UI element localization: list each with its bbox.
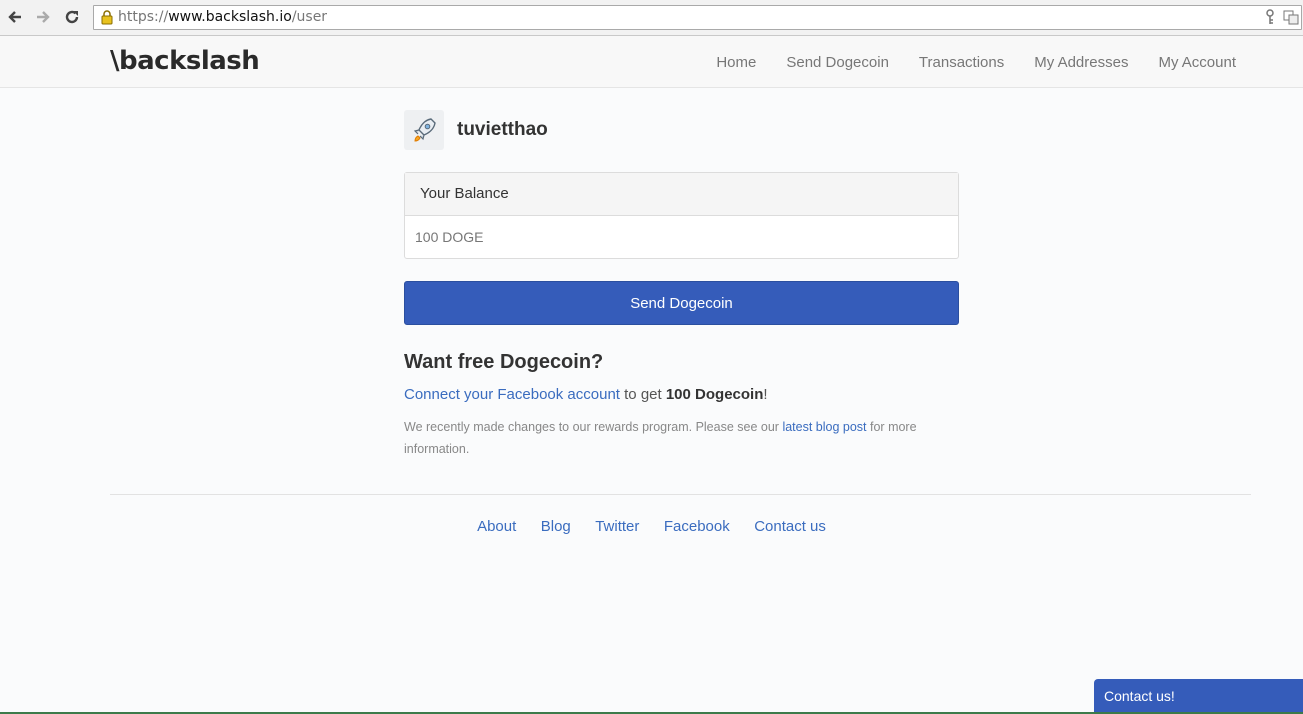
translate-icon[interactable] — [1283, 9, 1299, 25]
reload-icon — [65, 10, 79, 24]
back-button[interactable] — [3, 5, 27, 29]
offer-end: ! — [763, 386, 768, 403]
browser-toolbar: https://www.backslash.io/user — [0, 0, 1303, 36]
backslash-logo[interactable]: \backslash — [110, 46, 260, 76]
footer-contact-us[interactable]: Contact us — [754, 518, 826, 535]
avatar — [404, 110, 444, 150]
footer-about[interactable]: About — [477, 518, 516, 535]
arrow-left-icon — [8, 11, 21, 23]
note-text: We recently made changes to our rewards … — [404, 420, 783, 434]
nav-my-account[interactable]: My Account — [1158, 54, 1236, 71]
latest-blog-post-link[interactable]: latest blog post — [782, 420, 866, 434]
profile-header: tuvietthao — [404, 110, 959, 150]
reload-button[interactable] — [60, 5, 84, 29]
connect-facebook-link[interactable]: Connect your Facebook account — [404, 386, 620, 403]
balance-value: 100 DOGE — [415, 229, 484, 245]
rewards-note: We recently made changes to our rewards … — [404, 416, 959, 460]
footer-twitter[interactable]: Twitter — [595, 518, 639, 535]
main-content: tuvietthao Your Balance 100 DOGE Send Do… — [404, 110, 959, 460]
forward-button[interactable] — [31, 5, 55, 29]
main-nav: Home Send Dogecoin Transactions My Addre… — [686, 36, 1236, 88]
footer-nav: About Blog Twitter Facebook Contact us — [0, 518, 1303, 536]
balance-heading: Your Balance — [405, 173, 958, 216]
rocket-icon — [413, 118, 436, 142]
nav-home[interactable]: Home — [716, 54, 756, 71]
footer-blog[interactable]: Blog — [541, 518, 571, 535]
url-text: https://www.backslash.io/user — [118, 9, 328, 25]
free-dogecoin-offer: Connect your Facebook account to get 100… — [404, 386, 959, 403]
nav-send-dogecoin[interactable]: Send Dogecoin — [786, 54, 889, 71]
lock-icon — [101, 10, 113, 25]
site-header: \backslash Home Send Dogecoin Transactio… — [0, 36, 1303, 88]
nav-transactions[interactable]: Transactions — [919, 54, 1004, 71]
offer-text: to get — [619, 386, 666, 403]
address-bar[interactable]: https://www.backslash.io/user — [93, 5, 1302, 30]
footer-facebook[interactable]: Facebook — [664, 518, 730, 535]
footer-divider — [110, 494, 1251, 495]
free-dogecoin-heading: Want free Dogecoin? — [404, 351, 604, 373]
username: tuvietthao — [457, 119, 548, 140]
contact-us-widget[interactable]: Contact us! — [1094, 679, 1303, 714]
send-dogecoin-button[interactable]: Send Dogecoin — [404, 281, 959, 325]
arrow-right-icon — [37, 11, 50, 23]
key-icon[interactable] — [1263, 9, 1277, 25]
offer-amount: 100 Dogecoin — [665, 386, 764, 403]
nav-my-addresses[interactable]: My Addresses — [1034, 54, 1128, 71]
balance-panel: Your Balance 100 DOGE — [404, 172, 959, 259]
